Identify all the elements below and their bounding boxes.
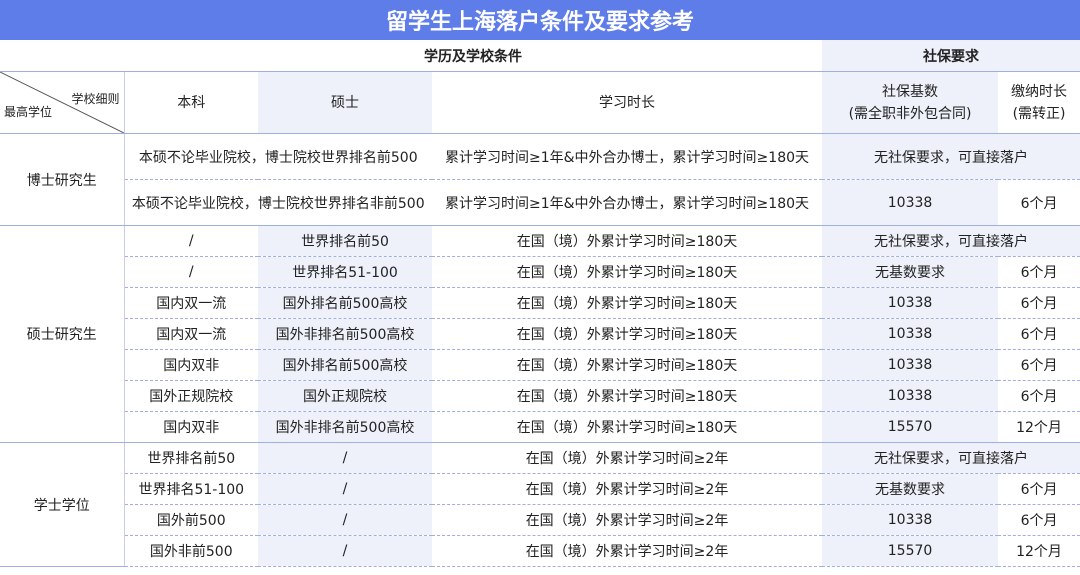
diagonal-bottom-label: 最高学位: [4, 105, 53, 119]
master-cell: /: [258, 535, 432, 567]
bachelor-cell: /: [124, 225, 258, 257]
master-cell: 国外排名前500高校: [258, 349, 432, 381]
table-row: 本硕不论毕业院校，博士院校世界排名非前500 累计学习时间≥1年&中外合办博士，…: [0, 179, 1080, 226]
table-row: 国内双一流 国外排名前500高校 在国（境）外累计学习时间≥180天 10338…: [0, 287, 1080, 319]
page-title: 留学生上海落户条件及要求参考: [0, 0, 1080, 40]
column-header-social-base: 社保基数 (需全职非外包合同): [822, 71, 999, 134]
base-cell: 10338: [822, 179, 999, 226]
duration-cell: 12个月: [998, 535, 1080, 567]
table-row: 国外正规院校 国外正规院校 在国（境）外累计学习时间≥180天 10338 6个…: [0, 380, 1080, 412]
column-header-master: 硕士: [258, 71, 432, 134]
study-cell: 在国（境）外累计学习时间≥180天: [432, 256, 823, 288]
base-cell: 15570: [822, 535, 999, 567]
master-cell: 世界排名前50: [258, 225, 432, 257]
master-cell: 国外排名前500高校: [258, 287, 432, 319]
master-cell: /: [258, 442, 432, 474]
level-cell: 博士研究生: [0, 133, 125, 226]
duration-label: 缴纳时长: [1011, 83, 1068, 100]
social-cell: 无社保要求，可直接落户: [822, 225, 1080, 257]
social-cell: 无社保要求，可直接落户: [822, 442, 1080, 474]
social-base-note: (需全职非外包合同): [848, 105, 972, 122]
duration-note: (需转正): [1012, 105, 1066, 122]
base-cell: 无基数要求: [822, 256, 999, 288]
social-cell: 无社保要求，可直接落户: [822, 133, 1080, 180]
table-row: 博士研究生 本硕不论毕业院校，博士院校世界排名前500 累计学习时间≥1年&中外…: [0, 133, 1080, 226]
study-cell: 在国（境）外累计学习时间≥180天: [432, 349, 823, 381]
bachelor-cell: 国外前500: [124, 504, 258, 536]
duration-cell: 6个月: [998, 473, 1080, 505]
requirements-table: 学历及学校条件 社保要求 学校细则 最高学位 本科 硕士 学习时长 社保基数 (…: [0, 40, 1080, 567]
base-cell: 10338: [822, 380, 999, 412]
table-row: 国内双非 国外排名前500高校 在国（境）外累计学习时间≥180天 10338 …: [0, 349, 1080, 381]
bachelor-cell: 国内双非: [124, 349, 258, 381]
bachelor-cell: /: [124, 256, 258, 288]
table-row: 世界排名51-100 / 在国（境）外累计学习时间≥2年 无基数要求 6个月: [0, 473, 1080, 505]
master-cell: 国外非排名前500高校: [258, 411, 432, 443]
base-cell: 15570: [822, 411, 999, 443]
table-row: 硕士研究生 / 世界排名前50 在国（境）外累计学习时间≥180天 无社保要求，…: [0, 225, 1080, 443]
duration-cell: 12个月: [998, 411, 1080, 443]
diagonal-top-label: 学校细则: [71, 92, 120, 106]
table-row: / 世界排名51-100 在国（境）外累计学习时间≥180天 无基数要求 6个月: [0, 256, 1080, 288]
column-header-bachelor: 本科: [124, 71, 258, 134]
bachelor-cell: 世界排名前50: [124, 442, 258, 474]
column-header-row: 学校细则 最高学位 本科 硕士 学习时长 社保基数 (需全职非外包合同) 缴纳时…: [0, 71, 1080, 134]
duration-cell: 6个月: [998, 179, 1080, 226]
table-row: 国外前500 / 在国（境）外累计学习时间≥2年 10338 6个月: [0, 504, 1080, 536]
column-header-duration: 缴纳时长 (需转正): [998, 71, 1080, 134]
school-cell: 本硕不论毕业院校，博士院校世界排名非前500: [124, 179, 432, 226]
duration-cell: 6个月: [998, 349, 1080, 381]
bachelor-cell: 国内双非: [124, 411, 258, 443]
bachelor-cell: 国内双一流: [124, 287, 258, 319]
page: 留学生上海落户条件及要求参考 学历及学校条件 社保要求 学校细则 最高学位 本科…: [0, 0, 1080, 575]
base-cell: 无基数要求: [822, 473, 999, 505]
study-cell: 在国（境）外累计学习时间≥2年: [432, 535, 823, 567]
duration-cell: 6个月: [998, 256, 1080, 288]
group-header-social: 社保要求: [822, 40, 1080, 72]
master-cell: 世界排名51-100: [258, 256, 432, 288]
base-cell: 10338: [822, 287, 999, 319]
master-cell: /: [258, 473, 432, 505]
master-cell: /: [258, 504, 432, 536]
bachelor-cell: 国内双一流: [124, 318, 258, 350]
column-header-study: 学习时长: [432, 71, 823, 134]
duration-cell: 6个月: [998, 380, 1080, 412]
bachelor-cell: 世界排名51-100: [124, 473, 258, 505]
study-cell: 在国（境）外累计学习时间≥180天: [432, 411, 823, 443]
level-cell: 学士学位: [0, 442, 125, 567]
study-cell: 在国（境）外累计学习时间≥180天: [432, 380, 823, 412]
level-cell: 硕士研究生: [0, 225, 125, 443]
study-cell: 在国（境）外累计学习时间≥180天: [432, 318, 823, 350]
master-cell: 国外非排名前500高校: [258, 318, 432, 350]
base-cell: 10338: [822, 318, 999, 350]
duration-cell: 6个月: [998, 318, 1080, 350]
study-cell: 在国（境）外累计学习时间≥2年: [432, 442, 823, 474]
study-cell: 在国（境）外累计学习时间≥180天: [432, 287, 823, 319]
duration-cell: 6个月: [998, 287, 1080, 319]
school-cell: 本硕不论毕业院校，博士院校世界排名前500: [124, 133, 432, 180]
duration-cell: 6个月: [998, 504, 1080, 536]
base-cell: 10338: [822, 349, 999, 381]
study-cell: 累计学习时间≥1年&中外合办博士，累计学习时间≥180天: [432, 179, 823, 226]
study-cell: 在国（境）外累计学习时间≥2年: [432, 504, 823, 536]
diagonal-header-cell: 学校细则 最高学位: [0, 71, 125, 134]
study-cell: 累计学习时间≥1年&中外合办博士，累计学习时间≥180天: [432, 133, 823, 180]
study-cell: 在国（境）外累计学习时间≥180天: [432, 225, 823, 257]
table-row: 国外非前500 / 在国（境）外累计学习时间≥2年 15570 12个月: [0, 535, 1080, 567]
group-header-education: 学历及学校条件: [124, 40, 823, 72]
base-cell: 10338: [822, 504, 999, 536]
table-row: 学士学位 世界排名前50 / 在国（境）外累计学习时间≥2年 无社保要求，可直接…: [0, 442, 1080, 567]
bachelor-cell: 国外非前500: [124, 535, 258, 567]
study-cell: 在国（境）外累计学习时间≥2年: [432, 473, 823, 505]
master-cell: 国外正规院校: [258, 380, 432, 412]
social-base-label: 社保基数: [882, 83, 939, 100]
group-header-row: 学历及学校条件 社保要求: [0, 40, 1080, 72]
bachelor-cell: 国外正规院校: [124, 380, 258, 412]
table-row: 国内双非 国外非排名前500高校 在国（境）外累计学习时间≥180天 15570…: [0, 411, 1080, 443]
table-row: 国内双一流 国外非排名前500高校 在国（境）外累计学习时间≥180天 1033…: [0, 318, 1080, 350]
